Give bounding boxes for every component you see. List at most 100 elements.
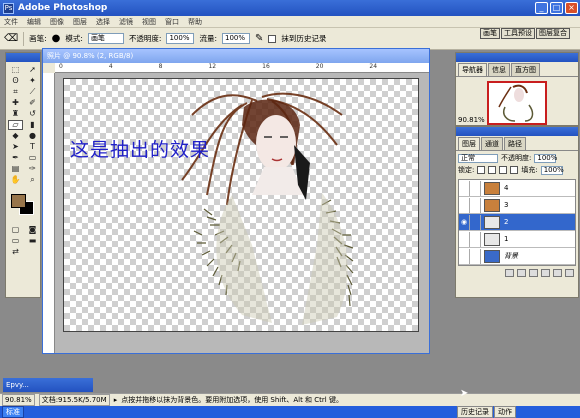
layer-visibility-eye-icon[interactable]: ◉ [459,214,470,230]
menu-help[interactable]: 帮助 [188,17,202,27]
lock-all-checkbox[interactable] [510,166,519,174]
maximize-button[interactable]: □ [550,2,563,14]
lasso-tool-icon[interactable]: ʘ [8,76,23,86]
status-zoom[interactable]: 90.81% [2,394,35,406]
brush-tool-icon[interactable]: ✐ [25,98,40,108]
menu-select[interactable]: 选择 [96,17,110,27]
path-selection-tool-icon[interactable]: ➤ [8,142,23,152]
blur-tool-icon[interactable]: ◆ [8,131,23,141]
notes-tool-icon[interactable]: ▤ [8,164,23,174]
move-tool-icon[interactable]: ➚ [25,65,40,75]
layer-thumbnail[interactable] [484,198,500,212]
start-button[interactable]: 标准 [2,406,24,418]
toolbox-header[interactable] [6,53,40,62]
layer-visibility-eye-icon[interactable] [459,248,470,264]
layer-opacity-field[interactable]: 100% [534,153,557,163]
eraser-tool-preset-icon[interactable]: ⌫ [4,33,18,44]
eyedropper-tool-icon[interactable]: ✑ [25,164,40,174]
menu-window[interactable]: 窗口 [165,17,179,27]
shape-tool-icon[interactable]: ▭ [25,153,40,163]
slice-tool-icon[interactable]: ⟋ [25,87,40,97]
brush-preview-icon[interactable]: ● [52,33,61,44]
navigator-zoom-field[interactable]: 90.81% [458,116,485,124]
screen-mode-standard-icon[interactable]: ▭ [8,236,23,246]
horizontal-ruler[interactable]: 0 4 8 12 16 20 24 [55,63,429,73]
airbrush-icon[interactable]: ✎ [255,33,263,44]
eraser-tool-icon[interactable]: ▱ [8,120,23,130]
lock-transparency-checkbox[interactable] [477,166,486,174]
layer-visibility-eye-icon[interactable] [459,231,470,247]
tab-info[interactable]: 信息 [488,63,510,76]
navigator-thumbnail[interactable] [487,81,547,125]
layer-link-toggle[interactable] [470,214,481,230]
layers-panel-header[interactable] [456,127,578,136]
vertical-ruler[interactable] [43,73,55,353]
dodge-tool-icon[interactable]: ● [25,131,40,141]
menu-layer[interactable]: 图层 [73,17,87,27]
tab-layers[interactable]: 图层 [458,137,480,150]
layer-thumbnail[interactable] [484,215,500,229]
fill-field[interactable]: 100% [540,165,564,175]
screen-mode-full-icon[interactable]: ▬ [25,236,40,246]
zoom-tool-icon[interactable]: ⌕ [25,175,40,185]
pen-tool-icon[interactable]: ✒ [8,153,23,163]
flow-field[interactable]: 100% [222,33,250,44]
add-layer-style-icon[interactable] [505,269,514,277]
quick-mask-mode-icon[interactable]: ◙ [25,225,40,235]
tab-history[interactable]: 历史记录 [457,406,493,418]
status-arrow-icon[interactable]: ▸ [114,396,118,404]
layer-link-toggle[interactable] [470,231,481,247]
menu-image[interactable]: 图像 [50,17,64,27]
layer-thumbnail[interactable] [484,181,500,195]
crop-tool-icon[interactable]: ⌗ [8,87,23,97]
menu-edit[interactable]: 编辑 [27,17,41,27]
layer-link-toggle[interactable] [470,180,481,196]
clone-stamp-tool-icon[interactable]: ♜ [8,109,23,119]
delete-layer-icon[interactable] [565,269,574,277]
tab-actions[interactable]: 动作 [494,406,516,418]
blend-mode-select[interactable]: 正常 [458,153,498,163]
new-layer-icon[interactable] [553,269,562,277]
tab-paths[interactable]: 路径 [504,137,526,150]
new-set-icon[interactable] [529,269,538,277]
layer-row[interactable]: ◉ 2 [459,214,575,231]
tab-histogram[interactable]: 直方图 [511,63,540,76]
layer-thumbnail[interactable] [484,232,500,246]
close-button[interactable]: × [565,2,578,14]
layer-row[interactable]: 1 [459,231,575,248]
layer-row[interactable]: 背景 [459,248,575,265]
type-tool-icon[interactable]: T [25,142,40,152]
layer-visibility-eye-icon[interactable] [459,197,470,213]
standard-mode-icon[interactable]: ▢ [8,225,23,235]
new-adjustment-layer-icon[interactable] [541,269,550,277]
add-mask-icon[interactable] [517,269,526,277]
erase-history-checkbox[interactable] [268,34,277,43]
mode-select[interactable]: 画笔 [87,33,124,44]
layer-link-toggle[interactable] [470,248,481,264]
tab-navigator[interactable]: 导航器 [458,63,487,76]
layer-thumbnail[interactable] [484,249,500,263]
document-title[interactable]: 照片 @ 90.8% (2, RGB/8) [43,49,429,63]
navigator-panel-header[interactable] [456,53,578,62]
magic-wand-tool-icon[interactable]: ✦ [25,76,40,86]
history-brush-tool-icon[interactable]: ↺ [25,109,40,119]
layer-link-toggle[interactable] [470,197,481,213]
menu-filter[interactable]: 滤镜 [119,17,133,27]
hand-tool-icon[interactable]: ✋ [8,175,23,185]
image-canvas[interactable]: 这是抽出的效果 [63,78,419,332]
gradient-tool-icon[interactable]: ▮ [25,120,40,130]
lock-position-checkbox[interactable] [499,166,508,174]
opacity-field[interactable]: 100% [166,33,195,44]
healing-brush-tool-icon[interactable]: ✚ [8,98,23,108]
tab-channels[interactable]: 通道 [481,137,503,150]
menu-file[interactable]: 文件 [4,17,18,27]
palette-well-brushes-tab[interactable]: 画笔 [480,28,500,39]
lock-pixels-checkbox[interactable] [488,166,497,174]
status-doc-size[interactable]: 文档:915.5K/5.70M [38,394,110,406]
foreground-color-swatch[interactable] [11,194,26,208]
palette-well-presets-tab[interactable]: 工具预设 [501,28,535,39]
jump-to-imageready-icon[interactable]: ⇄ [8,247,23,257]
palette-well-comps-tab[interactable]: 图层复合 [536,28,570,39]
menu-view[interactable]: 视图 [142,17,156,27]
layer-row[interactable]: 3 [459,197,575,214]
